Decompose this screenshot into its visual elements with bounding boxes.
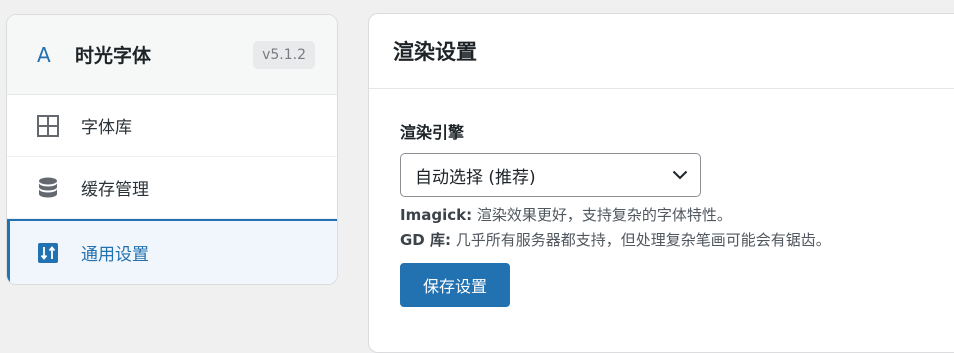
render-engine-selected-value: 自动选择 (推荐)	[415, 167, 536, 188]
sidebar-item-label: 字体库	[81, 118, 132, 138]
sort-settings-icon	[35, 240, 61, 266]
chevron-down-icon	[672, 165, 688, 185]
render-engine-label: 渲染引擎	[400, 123, 465, 142]
save-settings-button[interactable]: 保存设置	[400, 263, 510, 307]
grid-icon	[35, 113, 61, 139]
sidebar-item-label: 通用设置	[81, 245, 149, 265]
gd-description: GD 库: 几乎所有服务器都支持，但处理复杂笔画可能会有锯齿。	[400, 231, 831, 249]
sidebar-item-general-settings[interactable]: 通用设置	[7, 219, 337, 284]
sidebar-item-cache[interactable]: 缓存管理	[7, 157, 337, 219]
render-engine-description: Imagick: 渲染效果更好，支持复杂的字体特性。 GD 库: 几乎所有服务器…	[400, 203, 954, 253]
database-icon	[35, 175, 61, 201]
sidebar-item-font-library[interactable]: 字体库	[7, 95, 337, 157]
sidebar-item-label: 缓存管理	[81, 180, 149, 200]
render-engine-select[interactable]: 自动选择 (推荐)	[400, 153, 701, 197]
sidebar-header: A 时光字体 v5.1.2	[7, 15, 337, 95]
brand-logo-icon: A	[37, 42, 51, 67]
main-header: 渲染设置	[369, 14, 954, 89]
main-panel: 渲染设置 渲染引擎 自动选择 (推荐) Imagick: 渲染效果更好，支持复杂…	[368, 13, 954, 353]
imagick-description: Imagick: 渲染效果更好，支持复杂的字体特性。	[400, 206, 732, 224]
settings-form: 渲染引擎 自动选择 (推荐) Imagick: 渲染效果更好，支持复杂的字体特性…	[369, 89, 954, 307]
version-badge: v5.1.2	[253, 40, 315, 69]
sidebar: A 时光字体 v5.1.2 字体库 缓存管理 通用设置	[6, 14, 338, 285]
page-title: 渲染设置	[393, 40, 477, 64]
brand-title: 时光字体	[75, 45, 152, 67]
